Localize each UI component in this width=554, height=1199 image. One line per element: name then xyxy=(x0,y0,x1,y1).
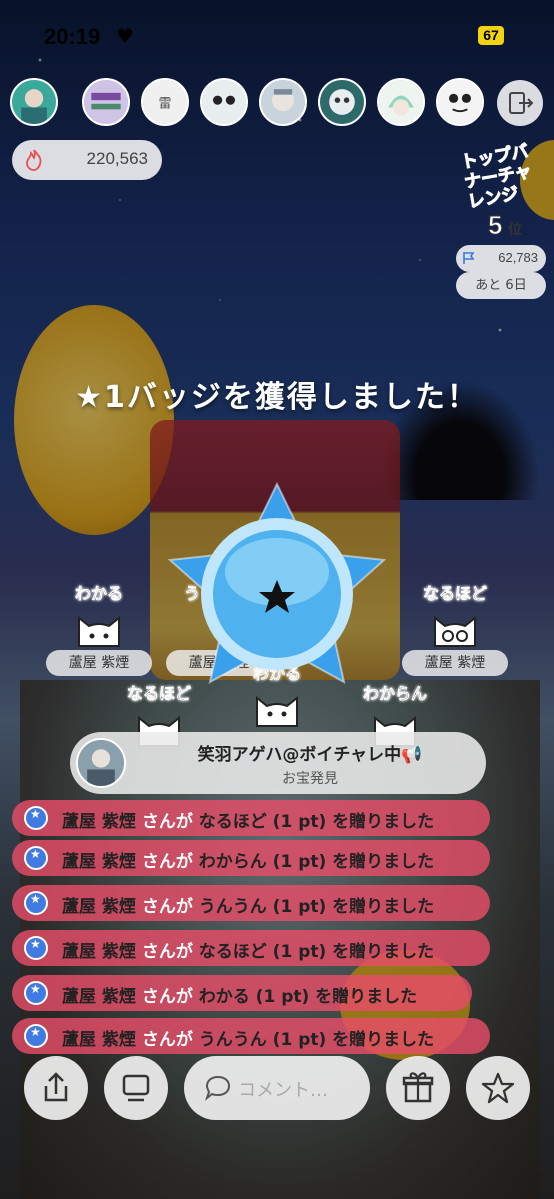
gift-text: なるほど (1 pt) を贈りました xyxy=(198,812,435,832)
exit-icon xyxy=(509,92,534,114)
event-remaining: あと 6日 xyxy=(456,272,546,299)
exit-button[interactable] xyxy=(497,80,543,126)
event-logo-text: トップバナーチャレンジ xyxy=(459,141,534,213)
star-badge-small-icon xyxy=(24,981,48,1005)
gift-connector: さんが xyxy=(141,942,193,962)
status-time: 20:19 xyxy=(44,24,101,49)
badge-earned-message: ★1バッジを獲得しました！ xyxy=(75,380,479,415)
viewer-avatar[interactable] xyxy=(10,78,58,126)
stamp-sender: 蘆屋 紫煙 xyxy=(46,650,152,676)
star-badge-icon xyxy=(167,482,387,684)
user-avatar xyxy=(76,738,126,788)
rank-unit: 位 xyxy=(508,222,523,238)
star-badge-small-icon xyxy=(24,806,48,830)
gift-connector: さんが xyxy=(141,1030,193,1050)
flag-icon xyxy=(463,252,475,264)
gift-text: なるほど (1 pt) を贈りました xyxy=(198,942,435,962)
cat-face-icon xyxy=(434,615,476,647)
comment-input[interactable]: コメント… xyxy=(184,1056,370,1120)
gift-connector: さんが xyxy=(141,852,193,872)
points-value: 220,563 xyxy=(86,149,148,168)
event-score: 62,783 xyxy=(456,245,546,272)
gift-log-row: 蘆屋 紫煙 さんが うんうん (1 pt) を贈りました xyxy=(12,885,490,921)
stamp-word: わかる xyxy=(74,584,124,604)
viewer-avatar[interactable] xyxy=(200,78,248,126)
viewer-avatar[interactable] xyxy=(259,78,307,126)
gift-icon xyxy=(402,1072,434,1103)
star-badge-small-icon xyxy=(24,1024,48,1048)
status-bar: 20:19 ♥ 67 xyxy=(0,0,554,70)
gift-text: うんうん (1 pt) を贈りました xyxy=(198,897,435,917)
stamp-word: なるほど xyxy=(422,584,488,604)
gift-sender: 蘆屋 紫煙 xyxy=(62,942,136,962)
event-banner-logo[interactable]: トップバナーチャレンジ xyxy=(459,140,544,213)
gift-sender: 蘆屋 紫煙 xyxy=(62,1030,136,1050)
star-badge-small-icon xyxy=(24,891,48,915)
viewer-avatar[interactable] xyxy=(82,78,130,126)
gift-log-row: 蘆屋 紫煙 さんが なるほど (1 pt) を贈りました xyxy=(12,800,490,836)
viewer-avatar[interactable] xyxy=(436,78,484,126)
screen-mode-button[interactable] xyxy=(104,1056,168,1120)
points-counter[interactable]: 220,563 xyxy=(12,140,162,180)
gift-button[interactable] xyxy=(386,1056,450,1120)
share-icon xyxy=(44,1072,68,1102)
gift-log-row: 蘆屋 紫煙 さんが わからん (1 pt) を贈りました xyxy=(12,840,490,876)
star-badge-small-icon xyxy=(24,846,48,870)
viewer-avatar[interactable] xyxy=(377,78,425,126)
gift-text: わかる (1 pt) を贈りました xyxy=(198,987,418,1007)
treasure-event-label: お宝発見 xyxy=(282,771,338,787)
heart-icon: ♥ xyxy=(116,24,134,48)
bottom-action-bar: コメント… xyxy=(0,1056,554,1120)
gift-connector: さんが xyxy=(141,812,193,832)
share-button[interactable] xyxy=(24,1056,88,1120)
gift-sender: 蘆屋 紫煙 xyxy=(62,987,136,1007)
viewer-avatar-list: 雷 xyxy=(10,78,490,130)
battery-indicator: 67 xyxy=(478,26,504,45)
gift-text: うんうん (1 pt) を贈りました xyxy=(198,1030,435,1050)
gift-log-row: 蘆屋 紫煙 さんが わかる (1 pt) を贈りました xyxy=(12,975,472,1011)
event-rank: 5 位 xyxy=(487,210,523,241)
screen-icon xyxy=(122,1074,150,1102)
gift-text: わからん (1 pt) を贈りました xyxy=(198,852,435,872)
gift-connector: さんが xyxy=(141,987,193,1007)
viewer-avatar[interactable]: 雷 xyxy=(141,78,189,126)
stamp-item: なるほど 蘆屋 紫煙 xyxy=(400,580,510,676)
stamp-sender: 蘆屋 紫煙 xyxy=(402,650,508,676)
viewer-avatar[interactable] xyxy=(318,78,366,126)
favorite-button[interactable] xyxy=(466,1056,530,1120)
gift-sender: 蘆屋 紫煙 xyxy=(62,812,136,832)
fire-icon xyxy=(26,149,42,171)
gift-log-row: 蘆屋 紫煙 さんが うんうん (1 pt) を贈りました xyxy=(12,1018,490,1054)
gift-sender: 蘆屋 紫煙 xyxy=(62,897,136,917)
stamp-item: わかる 蘆屋 紫煙 xyxy=(44,580,154,676)
star-badge-small-icon xyxy=(24,936,48,960)
svg-text:雷: 雷 xyxy=(159,97,172,112)
gift-log-row: 蘆屋 紫煙 さんが なるほど (1 pt) を贈りました xyxy=(12,930,490,966)
rank-number: 5 xyxy=(487,210,503,241)
cat-face-icon xyxy=(78,615,120,647)
speech-bubble-icon xyxy=(204,1075,231,1101)
treasure-found-card[interactable]: 笑羽アゲハ@ボイチャレ中📢 お宝発見 xyxy=(70,732,486,794)
treasure-user-name: 笑羽アゲハ@ボイチャレ中📢 xyxy=(197,745,423,765)
comment-placeholder: コメント… xyxy=(238,1080,328,1101)
event-score-value: 62,783 xyxy=(498,250,538,265)
gift-connector: さんが xyxy=(141,897,193,917)
star-icon xyxy=(481,1072,515,1104)
gift-sender: 蘆屋 紫煙 xyxy=(62,852,136,872)
